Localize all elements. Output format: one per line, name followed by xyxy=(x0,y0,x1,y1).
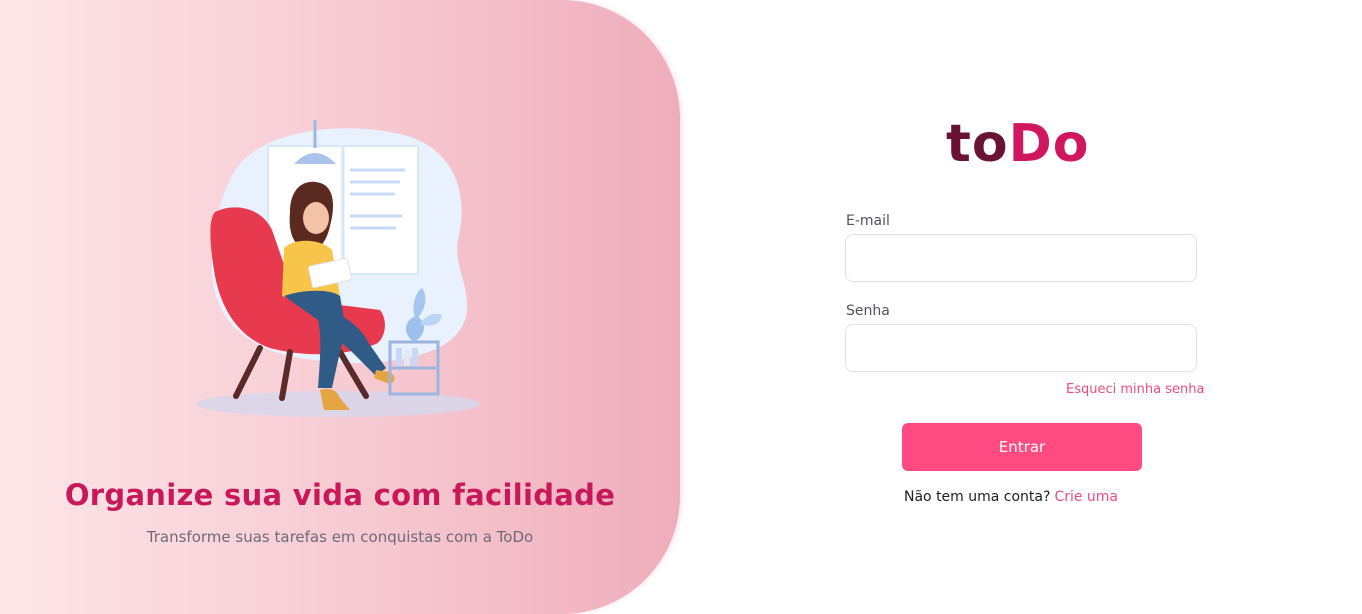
email-label: E-mail xyxy=(846,213,890,229)
login-button[interactable]: Entrar xyxy=(902,423,1142,471)
signup-link[interactable]: Crie uma xyxy=(1054,489,1118,505)
woman-reading-illustration xyxy=(196,120,480,417)
email-input[interactable] xyxy=(845,234,1197,282)
hero-panel: Organize sua vida com facilidade Transfo… xyxy=(0,0,680,614)
logo-part-to: to xyxy=(946,114,1009,174)
hero-subline: Transforme suas tarefas em conquistas co… xyxy=(146,528,534,546)
password-label: Senha xyxy=(846,303,890,319)
password-input[interactable] xyxy=(845,324,1197,372)
forgot-password-link[interactable]: Esqueci minha senha xyxy=(1066,382,1204,397)
hero-headline: Organize sua vida com facilidade xyxy=(64,478,616,512)
signup-prompt-text: Não tem uma conta? xyxy=(904,489,1051,505)
logo-part-do: Do xyxy=(1008,114,1090,174)
todo-logo: toDo xyxy=(946,118,1089,170)
signup-prompt: Não tem uma conta? Crie uma xyxy=(904,489,1118,505)
